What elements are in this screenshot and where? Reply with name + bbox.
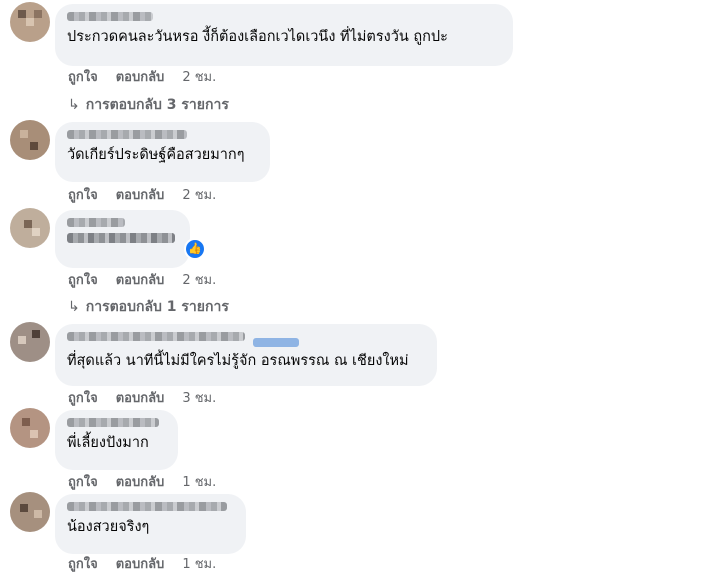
like-link[interactable]: ถูกใจ — [68, 475, 98, 490]
comment-text: ที่สุดแล้ว นาทีนี้ไม่มีใครไม่รู้จัก อรณพ… — [67, 353, 409, 369]
comment-bubble: ประกวดคนละวันหรอ งี้ก็ต้องเลือกเวไดเวนึง… — [55, 4, 513, 66]
reply-link[interactable]: ตอบกลับ — [116, 475, 165, 490]
comment-actions: ถูกใจ ตอบกลับ 3 ชม. — [68, 387, 234, 408]
comment-time[interactable]: 2 ชม. — [182, 273, 216, 288]
reply-link[interactable]: ตอบกลับ — [116, 188, 165, 203]
commenter-name[interactable] — [67, 12, 153, 21]
comment-actions: ถูกใจ ตอบกลับ 2 ชม. — [68, 269, 234, 290]
reply-link[interactable]: ตอบกลับ — [116, 557, 165, 572]
comment-bubble: ที่สุดแล้ว นาทีนี้ไม่มีใครไม่รู้จัก อรณพ… — [55, 324, 437, 386]
comment-actions: ถูกใจ ตอบกลับ 1 ชม. — [68, 471, 234, 492]
commenter-name[interactable] — [67, 130, 187, 139]
replies-count: การตอบกลับ 1 รายการ — [85, 299, 229, 315]
avatar[interactable] — [10, 120, 50, 160]
comment-time[interactable]: 1 ชม. — [182, 557, 216, 572]
commenter-name[interactable] — [67, 332, 245, 341]
comment-time[interactable]: 3 ชม. — [182, 391, 216, 406]
like-link[interactable]: ถูกใจ — [68, 391, 98, 406]
reply-arrow-icon: ↳ — [68, 299, 80, 315]
comment-time[interactable]: 2 ชม. — [182, 188, 216, 203]
comment-text — [67, 233, 175, 243]
comment-bubble — [55, 210, 190, 268]
comment-actions: ถูกใจ ตอบกลับ 1 ชม. — [68, 553, 234, 574]
comment-bubble: วัดเกียร์ประดิษฐ์คือสวยมากๆ — [55, 122, 270, 182]
comment-text: น้องสวยจริงๆ — [67, 519, 150, 535]
commenter-name[interactable] — [67, 502, 227, 511]
like-link[interactable]: ถูกใจ — [68, 557, 98, 572]
reply-link[interactable]: ตอบกลับ — [116, 273, 165, 288]
reply-link[interactable]: ตอบกลับ — [116, 70, 165, 85]
comment-actions: ถูกใจ ตอบกลับ 2 ชม. — [68, 66, 234, 87]
like-link[interactable]: ถูกใจ — [68, 273, 98, 288]
view-replies[interactable]: ↳ การตอบกลับ 1 รายการ — [68, 296, 229, 318]
commenter-name[interactable] — [67, 418, 159, 427]
avatar[interactable] — [10, 322, 50, 362]
view-replies[interactable]: ↳ การตอบกลับ 3 รายการ — [68, 94, 229, 116]
commenter-name[interactable] — [67, 218, 125, 227]
like-link[interactable]: ถูกใจ — [68, 188, 98, 203]
comment-text: พี่เลี้ยงปังมาก — [67, 435, 149, 451]
avatar[interactable] — [10, 2, 50, 42]
comment-bubble: น้องสวยจริงๆ — [55, 494, 246, 554]
comment-time[interactable]: 2 ชม. — [182, 70, 216, 85]
avatar[interactable] — [10, 408, 50, 448]
comment-actions: ถูกใจ ตอบกลับ 2 ชม. — [68, 184, 234, 205]
avatar[interactable] — [10, 492, 50, 532]
reply-arrow-icon: ↳ — [68, 97, 80, 113]
comment-text: ประกวดคนละวันหรอ งี้ก็ต้องเลือกเวไดเวนึง… — [67, 29, 448, 45]
comment-text: วัดเกียร์ประดิษฐ์คือสวยมากๆ — [67, 147, 245, 163]
like-link[interactable]: ถูกใจ — [68, 70, 98, 85]
comment-bubble: พี่เลี้ยงปังมาก — [55, 410, 178, 470]
replies-count: การตอบกลับ 3 รายการ — [85, 97, 229, 113]
thumbs-up-icon[interactable]: 👍 — [184, 238, 206, 260]
avatar[interactable] — [10, 208, 50, 248]
comment-time[interactable]: 1 ชม. — [182, 475, 216, 490]
reply-link[interactable]: ตอบกลับ — [116, 391, 165, 406]
tagged-name[interactable] — [253, 338, 299, 347]
